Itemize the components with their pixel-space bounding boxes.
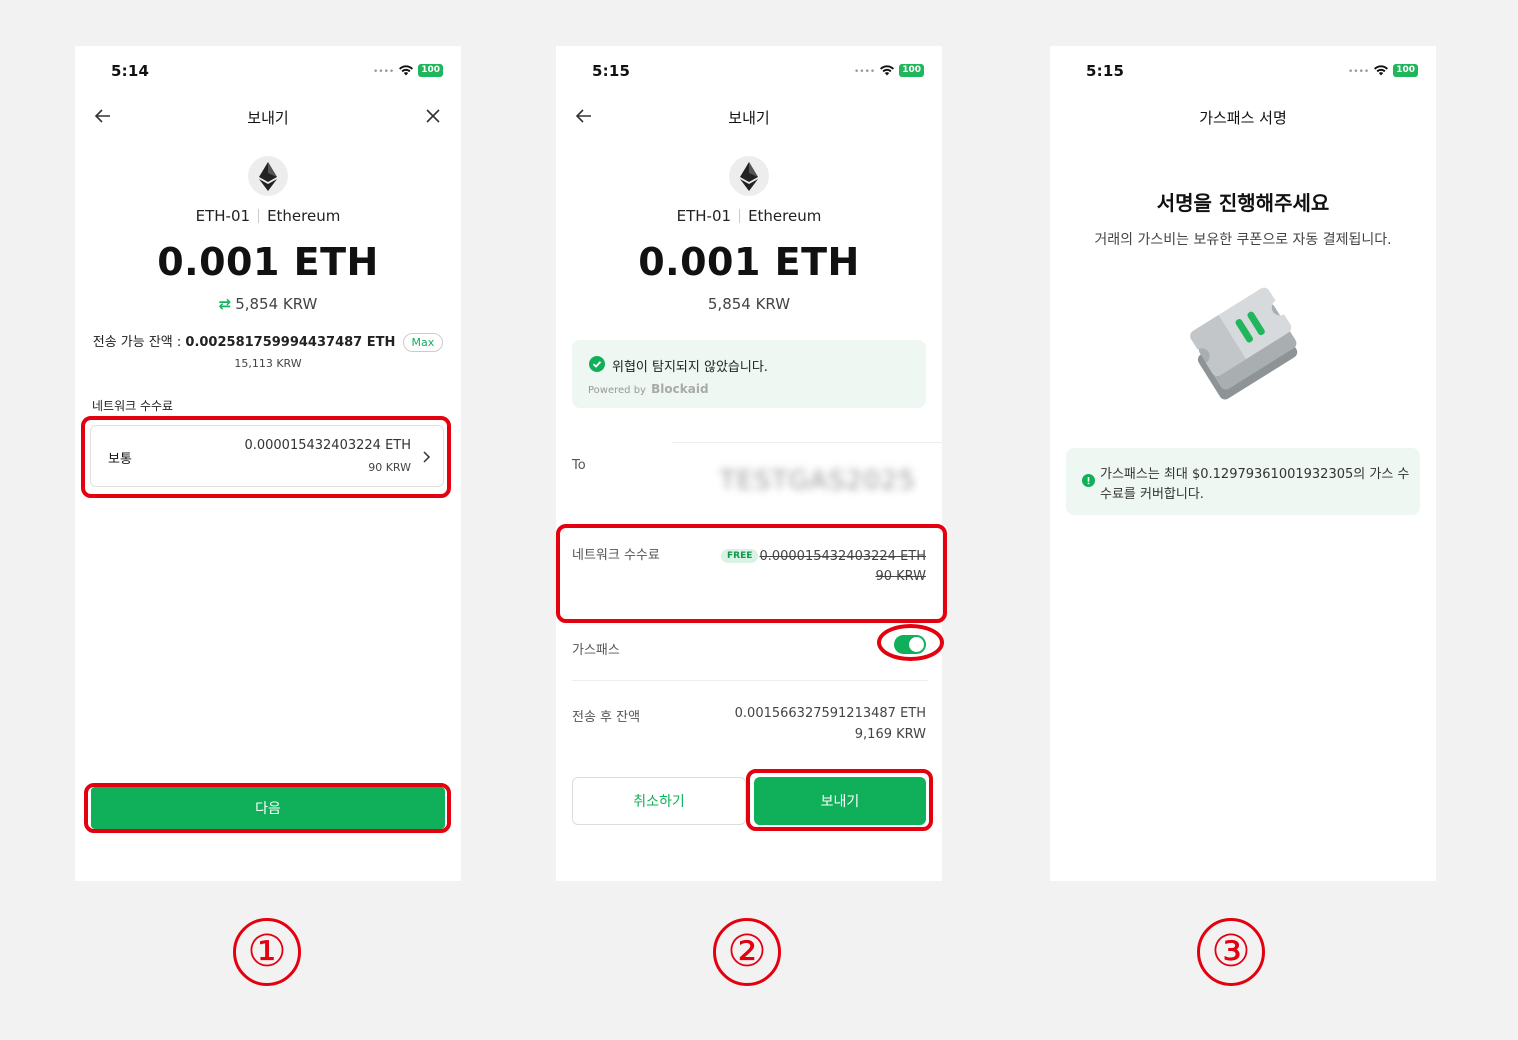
fee-eth-struck: 0.000015432403224 ETH (759, 549, 926, 564)
available-balance-krw: 15,113 KRW (234, 357, 302, 370)
asset-label: ETH-01 Ethereum (75, 207, 461, 225)
gaspass-label: 가스패스 (572, 643, 620, 658)
send-amount: 0.001 ETH (638, 240, 860, 284)
status-bar-icons: •••• 100 (373, 63, 443, 77)
close-icon[interactable] (423, 106, 443, 126)
step-number-1: ① (233, 918, 301, 986)
free-badge: FREE (721, 549, 759, 563)
divider (572, 680, 928, 681)
sign-heading: 서명을 진행해주세요 (1156, 191, 1330, 215)
available-balance: 전송 가능 잔액 : 0.002581759994437487 ETH Max (75, 331, 461, 352)
status-time: 5:14 (111, 62, 150, 80)
asset-code: ETH-01 (195, 207, 251, 225)
fee-label: 네트워크 수수료 (572, 548, 660, 563)
signal-icon: •••• (853, 67, 876, 77)
fee-option-label: 보통 (108, 452, 132, 467)
asset-name: Ethereum (748, 207, 822, 225)
battery-icon: 100 (1393, 63, 1418, 77)
available-value: 0.002581759994437487 ETH (185, 335, 396, 350)
battery-icon: 100 (418, 63, 443, 77)
fee-option-card[interactable]: 보통 0.000015432403224 ETH 90 KRW (90, 425, 444, 487)
toggle-knob (909, 637, 924, 652)
cancel-button[interactable]: 취소하기 (572, 777, 746, 825)
send-amount-krw: 5,854 KRW (707, 295, 791, 313)
asset-code: ETH-01 (676, 207, 732, 225)
fee-section-label: 네트워크 수수료 (92, 399, 174, 413)
gaspass-ticket-icon (1190, 287, 1298, 400)
status-bar-icons: •••• 100 (854, 63, 924, 77)
wifi-icon (1374, 65, 1389, 76)
step-number-2: ② (713, 918, 781, 986)
wifi-icon (880, 65, 895, 76)
info-line-1: 가스패스는 최대 $0.129793610019323​05의 가스 수 (1100, 467, 1410, 482)
fee-eth: 0.000015432403224 ETH (244, 438, 411, 453)
status-bar-icons: •••• 100 (1348, 63, 1418, 77)
status-time: 5:15 (592, 62, 631, 80)
ethereum-logo-icon (729, 156, 769, 196)
balance-after-krw: 9,169 KRW (854, 727, 926, 742)
status-time: 5:15 (1086, 62, 1125, 80)
step-number-3: ③ (1197, 918, 1265, 986)
screen-send-step2: 5:15 •••• 100 보내기 ETH-01 Ethereum 0.001 E… (556, 46, 942, 881)
gaspass-toggle[interactable] (894, 635, 926, 654)
security-message: 위협이 탐지되지 않았습니다. (612, 360, 768, 375)
screen-send-step1: 5:14 •••• 100 보내기 ETH-01 Ethereum 0.001 E… (75, 46, 461, 881)
fee-krw: 90 KRW (368, 461, 411, 474)
page-title: 보내기 (728, 109, 770, 127)
page-title: 보내기 (247, 109, 289, 127)
blockaid-logo: Blockaid (651, 382, 709, 396)
screen-gaspass-sign: 5:15 •••• 100 가스패스 서명 서명을 진행해주세요 거래의 가스비… (1050, 46, 1436, 881)
send-button[interactable]: 보내기 (754, 777, 926, 825)
next-button[interactable]: 다음 (91, 787, 445, 829)
swap-icon[interactable]: ⇄ (219, 295, 232, 313)
to-address-blurred: TESTGAS2025 (719, 466, 916, 496)
to-label: To (572, 458, 586, 473)
page-title: 가스패스 서명 (1199, 109, 1287, 127)
ethereum-logo-icon (248, 156, 288, 196)
divider (672, 442, 942, 443)
max-button[interactable]: Max (402, 333, 444, 352)
signal-icon: •••• (372, 67, 395, 77)
send-amount-krw[interactable]: ⇄ 5,854 KRW (75, 295, 461, 313)
fee-krw-struck: 90 KRW (875, 569, 926, 584)
gaspass-info-banner: 가스패스는 최대 $0.129793610019323​05의 가스 수 수료를… (1066, 448, 1420, 515)
info-circle-icon (1082, 474, 1095, 487)
sign-subtext: 거래의 가스비는 보유한 쿠폰으로 자동 결제됩니다. (1094, 232, 1392, 248)
send-amount: 0.001 ETH (157, 240, 379, 284)
powered-by: Powered by Blockaid (588, 382, 709, 396)
chevron-right-icon (423, 451, 431, 463)
powered-by-label: Powered by (588, 385, 646, 396)
asset-name: Ethereum (267, 207, 341, 225)
amount-krw-value: 5,854 KRW (235, 295, 318, 313)
info-line-2: 수료를 커버합니다. (1100, 487, 1204, 502)
signal-icon: •••• (1347, 67, 1370, 77)
security-check-banner: 위협이 탐지되지 않았습니다. Powered by Blockaid (572, 340, 926, 408)
check-circle-icon (589, 356, 605, 372)
balance-after-eth: 0.001566327591213487 ETH (734, 706, 926, 721)
wifi-icon (399, 65, 414, 76)
balance-after-label: 전송 후 잔액 (572, 710, 641, 725)
available-label: 전송 가능 잔액 : (92, 335, 186, 350)
asset-label: ETH-01 Ethereum (556, 207, 942, 225)
battery-icon: 100 (899, 63, 924, 77)
